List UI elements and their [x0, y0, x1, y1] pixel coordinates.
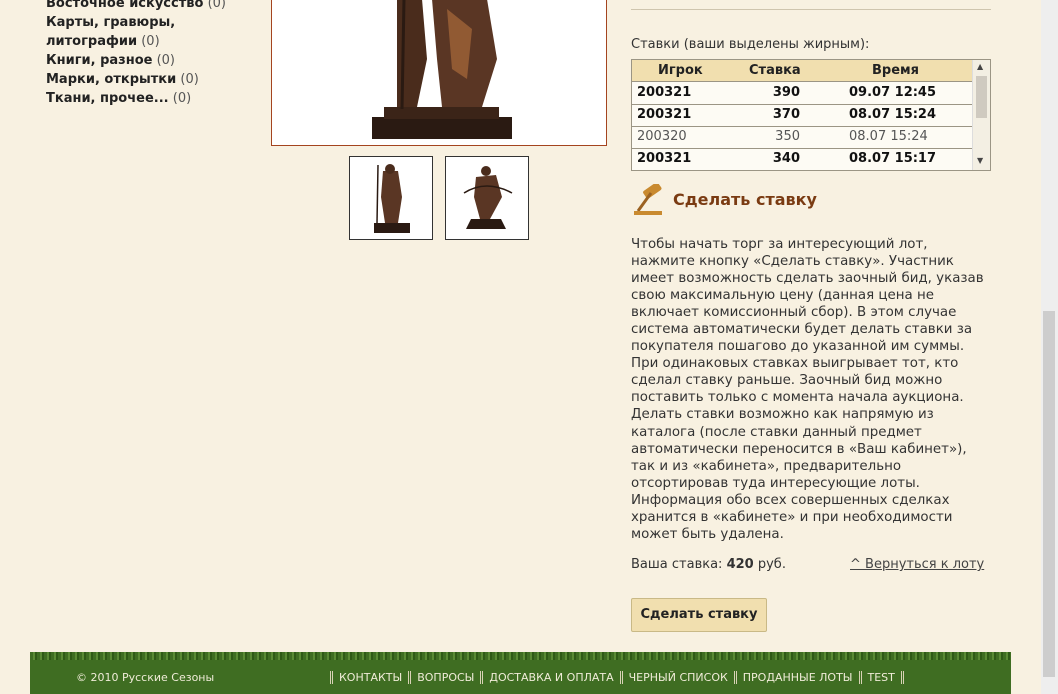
table-row: 200320 350 08.07 15:24 [632, 126, 972, 149]
lot-thumbnail[interactable] [349, 156, 433, 240]
footer-grass-border [30, 652, 1011, 660]
category-item[interactable]: Ткани, прочее... (0) [46, 89, 256, 108]
footer: © 2010 Русские Сезоны КОНТАКТЫ ВОПРОСЫ ДОС… [30, 652, 1011, 694]
bid-instructions: Чтобы начать торг за интересующий лот, н… [631, 237, 984, 542]
scroll-down-icon[interactable]: ▼ [977, 156, 983, 165]
table-row: 200321 370 08.07 15:24 [632, 104, 972, 127]
col-header-player: Игрок [658, 63, 703, 78]
footer-link-test[interactable]: TEST [862, 671, 901, 684]
col-header-time: Время [872, 63, 920, 78]
footer-link-sold-lots[interactable]: ПРОДАННЫЕ ЛОТЫ [737, 671, 859, 684]
scroll-up-icon[interactable]: ▲ [977, 62, 983, 71]
make-bid-button[interactable]: Сделать ставку [631, 598, 767, 632]
footer-link-questions[interactable]: ВОПРОСЫ [411, 671, 480, 684]
footer-link-contacts[interactable]: КОНТАКТЫ [333, 671, 408, 684]
currency: руб. [757, 557, 786, 572]
page-scrollbar[interactable] [1041, 0, 1058, 694]
page-scrollbar-thumb[interactable] [1043, 311, 1055, 677]
category-item[interactable]: Книги, разное (0) [46, 51, 256, 70]
bids-scrollbar[interactable]: ▲ ▼ [972, 60, 990, 170]
footer-link-delivery[interactable]: ДОСТАВКА И ОПЛАТА [483, 671, 619, 684]
make-bid-title: Сделать ставку [673, 190, 817, 209]
your-bid-value: 420 [726, 557, 754, 572]
category-item[interactable]: Карты, гравюры, литографии (0) [46, 13, 256, 51]
bids-table: Игрок Ставка Время 200321 390 09.07 12:4… [631, 59, 991, 171]
lot-thumbnail[interactable] [445, 156, 529, 240]
your-bid: Ваша ставка: 420 руб. [631, 557, 786, 572]
divider [631, 9, 991, 10]
table-row: 200321 340 08.07 15:17 [632, 148, 972, 170]
bids-title: Ставки (ваши выделены жирным): [631, 37, 870, 52]
table-row: 200321 390 09.07 12:45 [632, 82, 972, 105]
footer-nav: КОНТАКТЫ ВОПРОСЫ ДОСТАВКА И ОПЛАТА ЧЕРНЫЙ С… [330, 671, 904, 684]
category-item[interactable]: Марки, открытки (0) [46, 70, 256, 89]
copyright: © 2010 Русские Сезоны [76, 671, 215, 684]
col-header-bid: Ставка [749, 63, 801, 78]
back-to-lot-link[interactable]: ^ Вернуться к лоту [850, 557, 984, 572]
scrollbar-thumb[interactable] [976, 76, 987, 118]
category-item[interactable]: Восточное искусство (0) [46, 0, 256, 13]
lot-main-image [271, 0, 607, 146]
category-list: Восточное искусство (0) Карты, гравюры, … [46, 0, 256, 108]
your-bid-label: Ваша ставка: [631, 557, 723, 572]
bids-table-header: Игрок Ставка Время [632, 60, 972, 82]
footer-link-blacklist[interactable]: ЧЕРНЫЙ СПИСОК [623, 671, 734, 684]
